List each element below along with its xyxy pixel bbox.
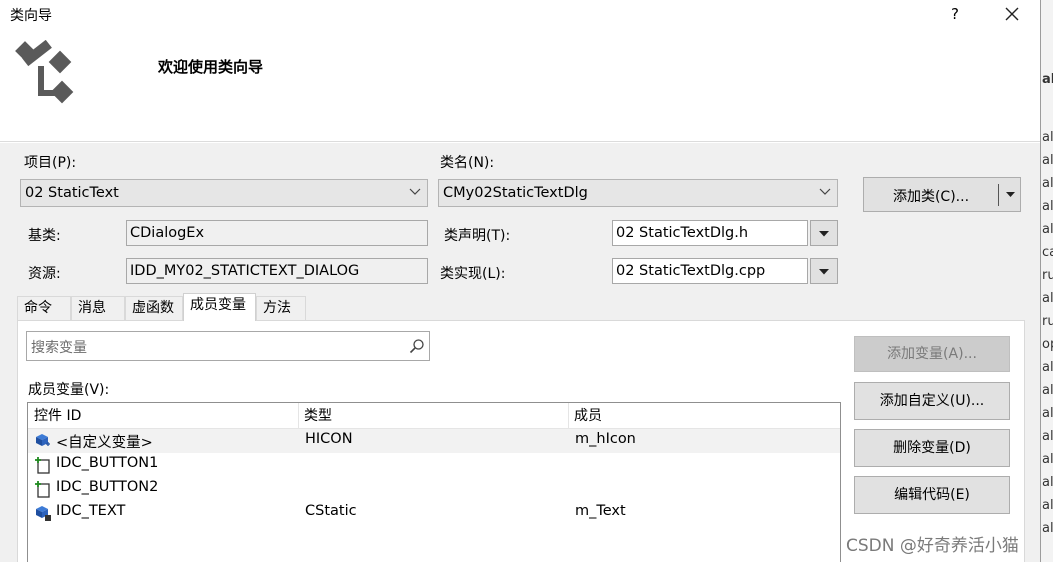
tab-member-variables[interactable]: 成员变量 — [183, 293, 256, 321]
bg-fragment: als — [1042, 475, 1053, 490]
class-impl-field[interactable]: 02 StaticTextDlg.cpp — [612, 258, 808, 284]
add-class-button[interactable]: 添加类(C)... — [863, 177, 1021, 212]
control-add-icon — [35, 481, 50, 498]
row-control-id: <自定义变量> — [56, 435, 153, 451]
bg-fragment: als — [1042, 153, 1053, 168]
class-impl-value: 02 StaticTextDlg.cpp — [616, 263, 766, 279]
dropdown-arrow-icon — [819, 269, 829, 275]
base-class-label: 基类: — [28, 228, 61, 244]
class-impl-dropdown-button[interactable] — [810, 258, 838, 284]
resource-value: IDD_MY02_STATICTEXT_DIALOG — [130, 263, 360, 279]
row-type: CStatic — [305, 503, 357, 519]
background-window-strip: al als als als als als ca ru als ru op a… — [1040, 0, 1053, 562]
table-row[interactable]: IDC_BUTTON1 — [28, 453, 840, 477]
bg-fragment: ru — [1042, 314, 1053, 329]
bg-fragment: als — [1042, 406, 1053, 421]
row-control-id: IDC_TEXT — [56, 503, 126, 519]
row-type: HICON — [305, 431, 353, 447]
base-class-value: CDialogEx — [130, 225, 205, 241]
member-variables-label: 成员变量(V): — [28, 382, 110, 398]
add-class-label: 添加类(C)... — [892, 189, 970, 205]
close-icon — [1005, 7, 1019, 21]
class-decl-value: 02 StaticTextDlg.h — [616, 225, 749, 241]
add-variable-button[interactable]: 添加变量(A)... — [854, 336, 1010, 372]
delete-variable-button[interactable]: 删除变量(D) — [854, 429, 1010, 467]
bg-fragment: als — [1042, 498, 1053, 513]
bg-fragment: als — [1042, 199, 1053, 214]
search-icon[interactable] — [409, 338, 425, 354]
tab-methods[interactable]: 方法 — [256, 296, 306, 320]
project-value: 02 StaticText — [25, 185, 119, 201]
bg-fragment: als — [1042, 383, 1053, 398]
class-wizard-icon — [15, 40, 74, 104]
resource-label: 资源: — [28, 266, 61, 282]
bg-fragment: op — [1042, 337, 1053, 352]
watermark: CSDN @好奇养活小猫 — [846, 536, 1019, 556]
bg-fragment: al — [1042, 72, 1053, 87]
bg-fragment: als — [1042, 452, 1053, 467]
project-combo[interactable]: 02 StaticText — [20, 179, 428, 207]
classname-label: 类名(N): — [440, 155, 495, 171]
bg-fragment: ca — [1042, 245, 1053, 260]
custom-variable-icon — [36, 434, 50, 446]
split-divider — [998, 184, 999, 206]
row-member: m_Text — [575, 503, 626, 519]
close-button[interactable] — [992, 2, 1032, 26]
tab-virtual-functions[interactable]: 虚函数 — [125, 296, 183, 320]
search-box[interactable]: 搜索变量 — [26, 331, 430, 361]
chevron-down-icon — [409, 188, 421, 195]
dropdown-arrow-icon — [819, 231, 829, 237]
help-button[interactable]: ? — [940, 2, 970, 26]
add-custom-button[interactable]: 添加自定义(U)... — [854, 382, 1010, 420]
list-header: 控件 ID 类型 成员 — [28, 403, 840, 429]
wizard-header — [0, 30, 1040, 142]
chevron-down-icon — [819, 188, 831, 195]
table-row[interactable]: <自定义变量> HICON m_hIcon — [28, 429, 840, 453]
window-title: 类向导 — [10, 8, 52, 24]
row-member: m_hIcon — [575, 431, 636, 447]
bg-fragment: ru — [1042, 268, 1053, 283]
resource-field: IDD_MY02_STATICTEXT_DIALOG — [126, 258, 428, 284]
column-header-control-id[interactable]: 控件 ID — [28, 403, 298, 429]
classname-combo[interactable]: CMy02StaticTextDlg — [438, 179, 838, 207]
class-impl-label: 类实现(L): — [440, 266, 506, 282]
header-title: 欢迎使用类向导 — [158, 58, 264, 76]
bg-fragment: als — [1042, 222, 1053, 237]
column-header-member[interactable]: 成员 — [568, 403, 840, 429]
control-add-icon — [35, 457, 50, 474]
table-row[interactable]: IDC_TEXT CStatic m_Text — [28, 501, 840, 525]
dropdown-arrow-icon[interactable] — [1006, 192, 1015, 198]
bg-fragment: als — [1042, 429, 1053, 444]
row-control-id: IDC_BUTTON2 — [56, 479, 159, 495]
title-bar — [0, 0, 1040, 30]
column-header-type[interactable]: 类型 — [298, 403, 568, 429]
tab-messages[interactable]: 消息 — [71, 296, 125, 320]
bg-fragment: als — [1042, 176, 1053, 191]
bg-fragment: als — [1042, 360, 1053, 375]
base-class-field: CDialogEx — [126, 220, 428, 246]
bg-fragment: als — [1042, 130, 1053, 145]
bg-fragment: als — [1042, 291, 1053, 306]
bg-fragment: als — [1042, 521, 1053, 536]
classname-value: CMy02StaticTextDlg — [443, 185, 588, 201]
search-input[interactable]: 搜索变量 — [31, 337, 87, 357]
edit-code-button[interactable]: 编辑代码(E) — [854, 476, 1010, 514]
class-decl-dropdown-button[interactable] — [810, 220, 838, 246]
class-decl-label: 类声明(T): — [444, 228, 511, 244]
table-row[interactable]: IDC_BUTTON2 — [28, 477, 840, 501]
member-variables-list[interactable]: 控件 ID 类型 成员 <自定义变量> HICON m_hIcon IDC_BU… — [27, 402, 841, 562]
control-variable-icon — [36, 506, 51, 521]
tab-commands[interactable]: 命令 — [17, 296, 71, 320]
row-control-id: IDC_BUTTON1 — [56, 455, 159, 471]
project-label: 项目(P): — [24, 155, 77, 171]
class-decl-field[interactable]: 02 StaticTextDlg.h — [612, 220, 808, 246]
